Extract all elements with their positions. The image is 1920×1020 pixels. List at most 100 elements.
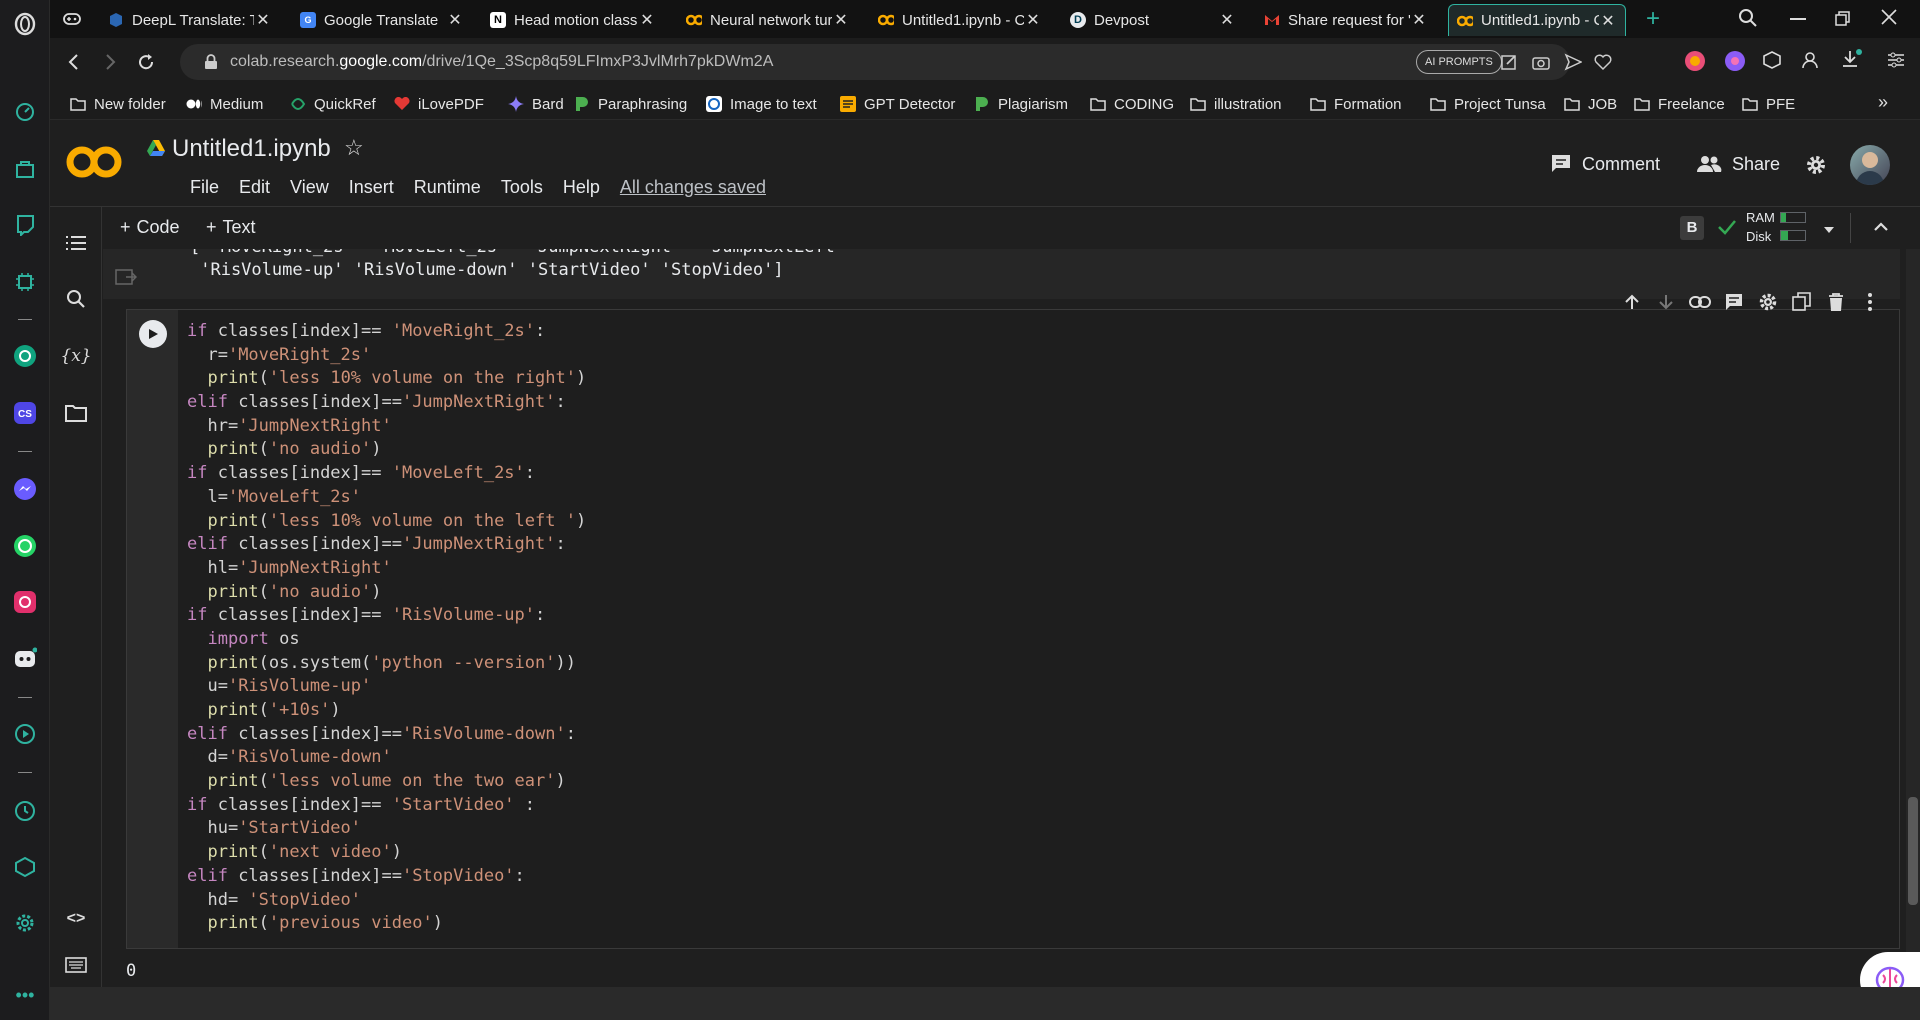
extensions-icon[interactable]	[13, 855, 37, 879]
url-field[interactable]: colab.research.google.com/drive/1Qe_3Scp…	[180, 44, 1612, 80]
bookmark-item[interactable]: New folder	[70, 94, 166, 114]
add-code-button[interactable]: + Code	[120, 217, 180, 238]
gamepad-icon[interactable]	[62, 9, 82, 34]
more-dots-icon[interactable]: •••	[13, 983, 37, 1007]
menu-tools[interactable]: Tools	[501, 177, 543, 198]
table-of-contents-icon[interactable]	[64, 231, 88, 255]
bookmark-item[interactable]: Paraphrasing	[574, 94, 687, 114]
move-down-icon[interactable]	[1654, 290, 1678, 314]
save-status-link[interactable]: All changes saved	[620, 177, 766, 198]
instagram-icon[interactable]	[13, 590, 37, 614]
bookmark-item[interactable]: illustration	[1190, 94, 1282, 114]
bookmark-item[interactable]: JOB	[1564, 94, 1617, 114]
settings-icon[interactable]	[1804, 153, 1828, 182]
browser-tab[interactable]: G Google Translate ✕	[292, 4, 472, 36]
avatar[interactable]	[1850, 145, 1890, 185]
settings-gear-icon[interactable]	[13, 911, 37, 935]
bookmark-item[interactable]: CODING	[1090, 94, 1174, 114]
send-icon[interactable]	[1564, 53, 1583, 76]
comment-cell-icon[interactable]	[1722, 290, 1746, 314]
notebook-scrollbar[interactable]	[1906, 249, 1920, 987]
close-tab-icon[interactable]: ✕	[832, 10, 850, 30]
camera-icon[interactable]	[1532, 53, 1550, 76]
browser-tab[interactable]: DeepL Translate: Th ✕	[100, 4, 280, 36]
scrollbar-thumb[interactable]	[1908, 797, 1918, 905]
chip-icon[interactable]	[13, 270, 37, 294]
ai-prompts-button[interactable]: AI PROMPTS	[1416, 50, 1502, 74]
menu-insert[interactable]: Insert	[349, 177, 394, 198]
notebook-title[interactable]: Untitled1.ipynb	[172, 135, 331, 163]
bookmark-item[interactable]: Plagiarism	[974, 94, 1068, 114]
ram-usage-bar[interactable]	[1780, 212, 1806, 223]
runtime-badge[interactable]: B	[1680, 216, 1704, 240]
share-button[interactable]: Share	[1696, 153, 1780, 175]
search-tabs-icon[interactable]	[1738, 8, 1758, 33]
cs-app-icon[interactable]: CS	[13, 401, 37, 425]
whatsapp-icon[interactable]	[13, 534, 37, 558]
close-tab-icon[interactable]: ✕	[254, 10, 272, 30]
code-cell[interactable]: if classes[index]== 'MoveRight_2s': r='M…	[126, 309, 1900, 949]
menu-edit[interactable]: Edit	[239, 177, 270, 198]
bookmark-item[interactable]: QuickRef	[290, 94, 376, 114]
menu-runtime[interactable]: Runtime	[414, 177, 481, 198]
menu-help[interactable]: Help	[563, 177, 600, 198]
run-cell-button[interactable]	[139, 320, 167, 348]
forward-icon[interactable]	[100, 52, 120, 77]
bookmark-item[interactable]: PFE	[1742, 94, 1795, 114]
bookmark-item[interactable]: Project Tunsa	[1430, 94, 1546, 114]
restore-button[interactable]	[1834, 10, 1852, 33]
colab-logo-icon[interactable]	[66, 141, 122, 183]
code-snippets-icon[interactable]: <>	[64, 907, 88, 931]
more-bookmarks-icon[interactable]: »	[1878, 92, 1888, 113]
bookmark-item[interactable]: GPT Detector	[840, 94, 955, 114]
close-tab-icon[interactable]: ✕	[1024, 10, 1042, 30]
profile-icon[interactable]	[1800, 50, 1820, 75]
messenger-icon[interactable]	[13, 477, 37, 501]
minimize-button[interactable]	[1790, 18, 1806, 20]
more-options-icon[interactable]	[1858, 290, 1882, 314]
player-icon[interactable]	[13, 722, 37, 746]
bookmark-item[interactable]: Image to text	[706, 94, 817, 114]
search-icon[interactable]	[64, 287, 88, 311]
bag-icon[interactable]	[13, 157, 37, 181]
reload-icon[interactable]	[136, 52, 156, 77]
lock-icon[interactable]	[204, 54, 218, 75]
command-palette-icon[interactable]	[64, 953, 88, 977]
code-editor[interactable]: if classes[index]== 'MoveRight_2s': r='M…	[187, 320, 586, 936]
bookmark-item[interactable]: Bard	[508, 94, 564, 114]
runtime-dropdown-icon[interactable]	[1822, 222, 1836, 240]
discord-icon[interactable]	[13, 647, 37, 671]
new-tab-button[interactable]: +	[1646, 5, 1660, 33]
bookmark-item[interactable]: Medium	[186, 94, 263, 114]
star-icon[interactable]: ☆	[344, 135, 364, 161]
disk-label[interactable]: Disk	[1746, 229, 1771, 244]
move-up-icon[interactable]	[1620, 290, 1644, 314]
history-icon[interactable]	[13, 799, 37, 823]
back-icon[interactable]	[64, 52, 84, 77]
browser-tab[interactable]: Neural network tur ✕	[678, 4, 858, 36]
link-icon[interactable]	[1688, 290, 1712, 314]
comment-button[interactable]: Comment	[1550, 153, 1660, 175]
delete-icon[interactable]	[1824, 290, 1848, 314]
speed-dial-icon[interactable]	[13, 100, 37, 124]
disk-usage-bar[interactable]	[1780, 230, 1806, 241]
close-tab-icon[interactable]: ✕	[1410, 10, 1428, 30]
extensions-cube-icon[interactable]	[1762, 50, 1782, 75]
twitch-icon[interactable]	[13, 213, 37, 237]
mirror-cell-icon[interactable]	[1790, 290, 1814, 314]
menu-file[interactable]: File	[190, 177, 219, 198]
browser-tab[interactable]: Untitled1.ipynb - C ✕	[870, 4, 1050, 36]
bookmark-item[interactable]: Formation	[1310, 94, 1402, 114]
close-tab-icon[interactable]: ✕	[1218, 10, 1236, 30]
collapse-header-icon[interactable]	[1872, 218, 1890, 241]
browser-tab[interactable]: D Devpost ✕	[1062, 4, 1244, 36]
browser-tab[interactable]: Untitled1.ipynb - C ✕	[1448, 4, 1626, 36]
close-tab-icon[interactable]: ✕	[638, 10, 656, 30]
ram-label[interactable]: RAM	[1746, 210, 1775, 225]
opera-logo-icon[interactable]	[13, 12, 37, 36]
browser-tab[interactable]: N Head motion class ✕	[482, 4, 664, 36]
cell-settings-icon[interactable]	[1756, 290, 1780, 314]
drive-icon[interactable]	[146, 139, 166, 162]
extension-colorful-icon[interactable]	[1684, 50, 1706, 77]
output-clear-icon[interactable]	[115, 269, 138, 292]
